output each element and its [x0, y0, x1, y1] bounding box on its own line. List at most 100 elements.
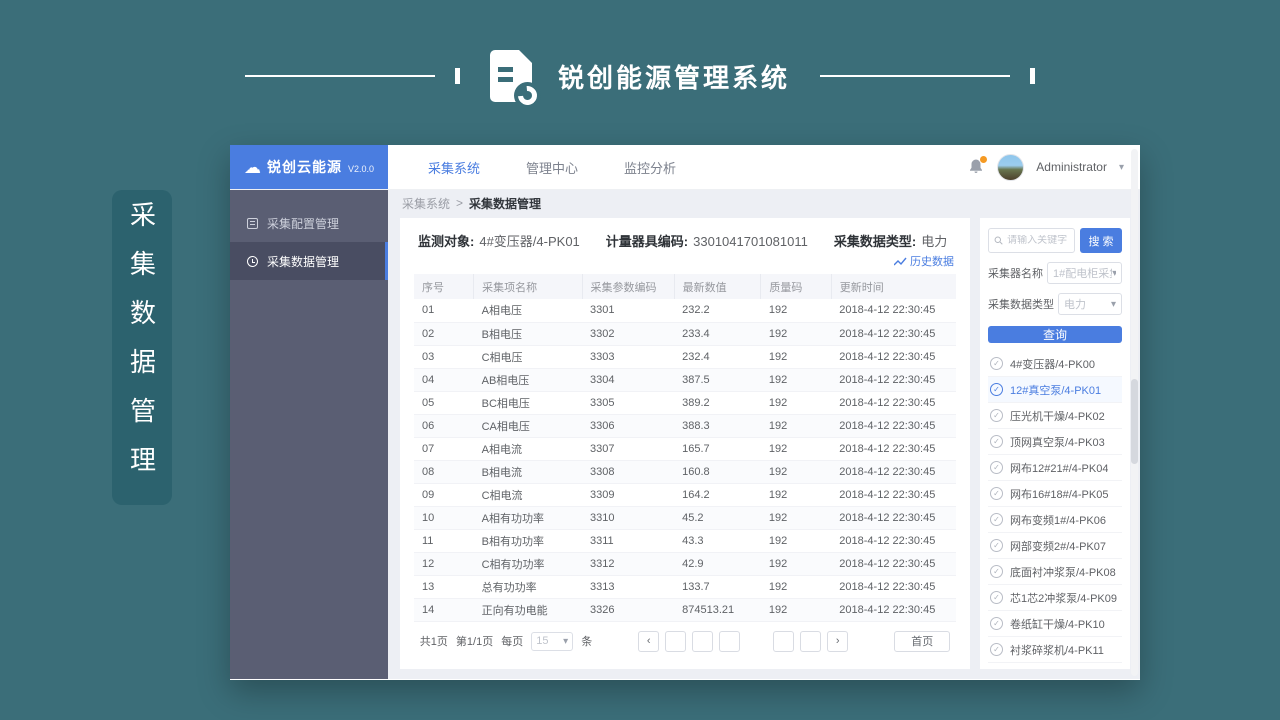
table-row[interactable]: 06 CA相电压 3306 388.3 192 2018-4-12 22:30:…	[414, 414, 956, 437]
page-number-button[interactable]	[665, 631, 686, 652]
nav-item-monitoring-analysis[interactable]: 监控分析	[624, 158, 676, 177]
cell-item-name: C相电流	[474, 483, 582, 506]
cell-index: 07	[414, 437, 474, 460]
device-list-item[interactable]: 卷纸缸干燥/4-PK10	[988, 611, 1122, 637]
next-page-button[interactable]: ›	[827, 631, 848, 652]
page-number-button[interactable]	[719, 631, 740, 652]
table-row[interactable]: 03 C相电压 3303 232.4 192 2018-4-12 22:30:4…	[414, 345, 956, 368]
cell-param-code: 3311	[582, 529, 674, 552]
cell-index: 09	[414, 483, 474, 506]
table-row[interactable]: 14 正向有功电能 3326 874513.21 192 2018-4-12 2…	[414, 598, 956, 621]
cell-latest-value: 387.5	[674, 368, 761, 391]
sidebar: 采集配置管理 采集数据管理	[230, 190, 388, 679]
cell-param-code: 3310	[582, 506, 674, 529]
device-list-item[interactable]: 衬浆碎浆机/4-PK11	[988, 637, 1122, 663]
device-label: 衬浆碎浆机/4-PK11	[1010, 642, 1104, 658]
cell-index: 04	[414, 368, 474, 391]
table-row[interactable]: 02 B相电压 3302 233.4 192 2018-4-12 22:30:4…	[414, 322, 956, 345]
per-page-select[interactable]: 15 ▾	[531, 632, 573, 651]
chevron-down-icon[interactable]: ▾	[1119, 162, 1124, 173]
cell-index: 02	[414, 322, 474, 345]
table-row[interactable]: 09 C相电流 3309 164.2 192 2018-4-12 22:30:4…	[414, 483, 956, 506]
table-row[interactable]: 13 总有功功率 3313 133.7 192 2018-4-12 22:30:…	[414, 575, 956, 598]
query-button[interactable]: 查询	[988, 326, 1122, 343]
device-list-item[interactable]: 压光机干燥/4-PK02	[988, 403, 1122, 429]
circle-check-icon	[990, 591, 1003, 604]
device-list-item[interactable]: 芯1芯2冲浆泵/4-PK09	[988, 585, 1122, 611]
first-page-button[interactable]: 首页	[894, 631, 950, 652]
page-number-button[interactable]	[692, 631, 713, 652]
notification-bell-icon[interactable]	[967, 158, 985, 176]
cell-index: 03	[414, 345, 474, 368]
device-list-item[interactable]: 网布12#21#/4-PK04	[988, 455, 1122, 481]
user-avatar[interactable]	[997, 154, 1024, 181]
cell-param-code: 3326	[582, 598, 674, 621]
config-doc-icon	[247, 218, 258, 229]
page-number-button[interactable]	[800, 631, 821, 652]
cell-latest-value: 389.2	[674, 391, 761, 414]
device-label: 压光机干燥/4-PK02	[1010, 408, 1105, 424]
prev-page-button[interactable]: ‹	[638, 631, 659, 652]
col-header-quality-code: 质量码	[761, 274, 831, 299]
col-header-latest-value: 最新数值	[674, 274, 761, 299]
search-input[interactable]	[1007, 235, 1069, 246]
device-label: 网部变频2#/4-PK07	[1010, 538, 1106, 554]
sidebar-item-collection-data[interactable]: 采集数据管理	[230, 242, 388, 280]
collector-name-select[interactable]: 1#配电柜采集器 ▾	[1047, 262, 1122, 284]
nav-item-management-center[interactable]: 管理中心	[526, 158, 578, 177]
device-list-item[interactable]: 顶网真空泵/4-PK03	[988, 429, 1122, 455]
device-list-item[interactable]: 底面衬冲浆泵/4-PK08	[988, 559, 1122, 585]
circle-check-icon	[990, 409, 1003, 422]
nav-item-collection-system[interactable]: 采集系统	[428, 158, 480, 177]
page-number-button[interactable]	[746, 631, 767, 652]
unit-label: 条	[581, 633, 592, 649]
cell-latest-value: 43.3	[674, 529, 761, 552]
device-list-item[interactable]: 网布变频1#/4-PK06	[988, 507, 1122, 533]
notification-badge	[979, 155, 988, 164]
search-button[interactable]: 搜 索	[1080, 228, 1122, 253]
history-data-link[interactable]: 历史数据	[894, 253, 954, 269]
scrollbar-thumb[interactable]	[1131, 379, 1138, 464]
table-row[interactable]: 12 C相有功功率 3312 42.9 192 2018-4-12 22:30:…	[414, 552, 956, 575]
device-list-item[interactable]: 网布16#18#/4-PK05	[988, 481, 1122, 507]
device-label: 4#变压器/4-PK00	[1010, 356, 1095, 372]
app-logo: ☁ 锐创云能源 V2.0.0	[230, 145, 388, 189]
table-row[interactable]: 07 A相电流 3307 165.7 192 2018-4-12 22:30:4…	[414, 437, 956, 460]
breadcrumb-separator: >	[456, 196, 463, 210]
cell-item-name: CA相电压	[474, 414, 582, 437]
cell-update-time: 2018-4-12 22:30:45	[831, 299, 956, 322]
table-row[interactable]: 08 B相电流 3308 160.8 192 2018-4-12 22:30:4…	[414, 460, 956, 483]
device-list-item[interactable]: 4#变压器/4-PK00	[988, 351, 1122, 377]
table-row[interactable]: 10 A相有功功率 3310 45.2 192 2018-4-12 22:30:…	[414, 506, 956, 529]
device-list-item[interactable]: 12#真空泵/4-PK01	[988, 377, 1122, 403]
cell-index: 13	[414, 575, 474, 598]
table-row[interactable]: 11 B相有功功率 3311 43.3 192 2018-4-12 22:30:…	[414, 529, 956, 552]
cell-param-code: 3313	[582, 575, 674, 598]
breadcrumb-parent[interactable]: 采集系统	[402, 195, 450, 212]
cell-update-time: 2018-4-12 22:30:45	[831, 529, 956, 552]
device-list-item[interactable]: 网部变频2#/4-PK07	[988, 533, 1122, 559]
scrollbar[interactable]	[1131, 149, 1138, 676]
sidebar-item-collection-config[interactable]: 采集配置管理	[230, 204, 388, 242]
data-type-select[interactable]: 电力 ▾	[1058, 293, 1122, 315]
pagination-bar: 共1页 第1/1页 每页 15 ▾ 条 ‹ ›	[414, 631, 956, 652]
cell-latest-value: 42.9	[674, 552, 761, 575]
circle-check-icon	[990, 643, 1003, 656]
table-row[interactable]: 05 BC相电压 3305 389.2 192 2018-4-12 22:30:…	[414, 391, 956, 414]
page-number-button[interactable]	[773, 631, 794, 652]
top-nav: 采集系统 管理中心 监控分析	[388, 145, 676, 189]
banner-line-right	[820, 75, 1010, 77]
device-label: 网布变频1#/4-PK06	[1010, 512, 1106, 528]
app-window: ☁ 锐创云能源 V2.0.0 采集系统 管理中心 监控分析 Administra…	[230, 145, 1140, 680]
cell-index: 06	[414, 414, 474, 437]
collector-name-label: 采集器名称	[988, 265, 1043, 281]
search-icon	[994, 235, 1003, 246]
circle-check-icon	[990, 617, 1003, 630]
table-row[interactable]: 01 A相电压 3301 232.2 192 2018-4-12 22:30:4…	[414, 299, 956, 322]
table-row[interactable]: 04 AB相电压 3304 387.5 192 2018-4-12 22:30:…	[414, 368, 956, 391]
cell-update-time: 2018-4-12 22:30:45	[831, 345, 956, 368]
cell-quality-code: 192	[761, 506, 831, 529]
cell-update-time: 2018-4-12 22:30:45	[831, 414, 956, 437]
col-header-update-time: 更新时间	[831, 274, 956, 299]
col-header-item-name: 采集项名称	[474, 274, 582, 299]
